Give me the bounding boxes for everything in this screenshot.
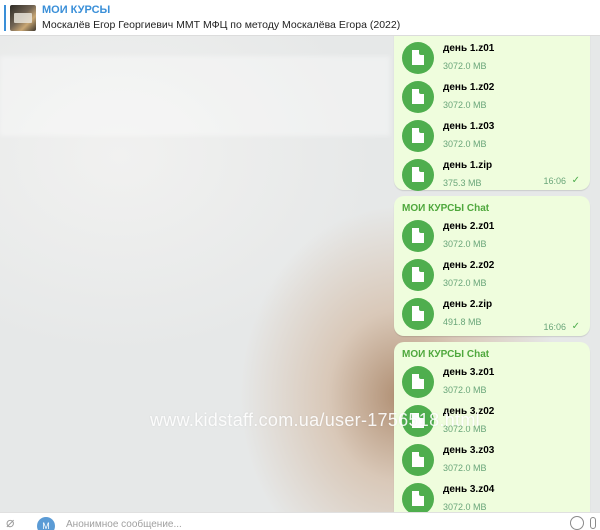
file-attachment[interactable]: день 1.zip 375.3 MB [402,157,582,193]
file-attachment[interactable]: день 2.z01 3072.0 MB [402,218,582,254]
file-attachment[interactable]: день 1.z02 3072.0 MB [402,79,582,115]
file-name: день 3.z01 [443,367,495,378]
file-icon[interactable] [402,366,434,398]
message-bubble[interactable]: МОИ КУРСЫ Chat день 2.z01 3072.0 MB день… [394,196,590,336]
file-icon[interactable] [402,220,434,252]
file-icon[interactable] [402,259,434,291]
file-size: 491.8 MB [443,317,482,327]
pinned-accent-bar [4,5,6,31]
file-attachment[interactable]: день 2.z02 3072.0 MB [402,257,582,293]
file-icon[interactable] [402,298,434,330]
file-name: день 1.zip [443,160,493,171]
file-icon[interactable] [402,483,434,515]
message-time: 16:06 [543,176,566,186]
file-size: 3072.0 MB [443,463,487,473]
file-size: 3072.0 MB [443,139,487,149]
file-name: день 2.z02 [443,260,495,271]
file-icon[interactable] [402,120,434,152]
paperclip-icon[interactable]: ⌀ [6,514,14,530]
file-icon[interactable] [402,42,434,74]
pinned-message-bar[interactable]: МОИ КУРСЫ Москалёв Егор Георгиевич ММТ М… [0,0,600,36]
file-name: день 1.z02 [443,82,495,93]
watermark: www.kidstaff.com.ua/user-1756518.html [150,410,480,430]
file-name: день 2.z01 [443,221,495,232]
message-input[interactable]: Анонимное сообщение... [66,519,182,530]
message-bubble[interactable]: день 1.z01 3072.0 MB день 1.z02 3072.0 M… [394,22,590,193]
checkmark-icon: ✓ [571,175,580,186]
file-attachment[interactable]: день 3.z03 3072.0 MB [402,442,582,478]
file-name: день 1.z01 [443,43,495,54]
pinned-text: Москалёв Егор Георгиевич ММТ МФЦ по мето… [42,19,401,31]
file-icon[interactable] [402,159,434,191]
message-sender[interactable]: МОИ КУРСЫ Chat [402,203,489,214]
file-name: день 3.z04 [443,484,495,495]
file-size: 3072.0 MB [443,100,487,110]
avatar[interactable]: М [37,517,55,530]
file-size: 3072.0 MB [443,239,487,249]
file-icon[interactable] [402,444,434,476]
file-size: 3072.0 MB [443,502,487,512]
emoji-icon[interactable] [570,516,584,530]
message-time: 16:06 [543,322,566,332]
file-size: 3072.0 MB [443,385,487,395]
checkmark-icon: ✓ [571,321,580,332]
message-bubble[interactable]: МОИ КУРСЫ Chat день 3.z01 3072.0 MB день… [394,342,590,522]
message-input-bar: ⌀ М Анонимное сообщение... [0,512,600,530]
microphone-icon[interactable] [590,517,596,529]
file-name: день 1.z03 [443,121,495,132]
file-size: 375.3 MB [443,178,482,188]
pinned-thumbnail [10,5,36,31]
file-size: 3072.0 MB [443,61,487,71]
background-blur [0,56,390,136]
file-attachment[interactable]: день 1.z03 3072.0 MB [402,118,582,154]
file-attachment[interactable]: день 3.z01 3072.0 MB [402,364,582,400]
message-sender[interactable]: МОИ КУРСЫ Chat [402,349,489,360]
file-name: день 2.zip [443,299,493,310]
file-size: 3072.0 MB [443,278,487,288]
file-name: день 3.z03 [443,445,495,456]
file-icon[interactable] [402,81,434,113]
pinned-channel-name: МОИ КУРСЫ [42,4,111,16]
file-attachment[interactable]: день 1.z01 3072.0 MB [402,40,582,76]
